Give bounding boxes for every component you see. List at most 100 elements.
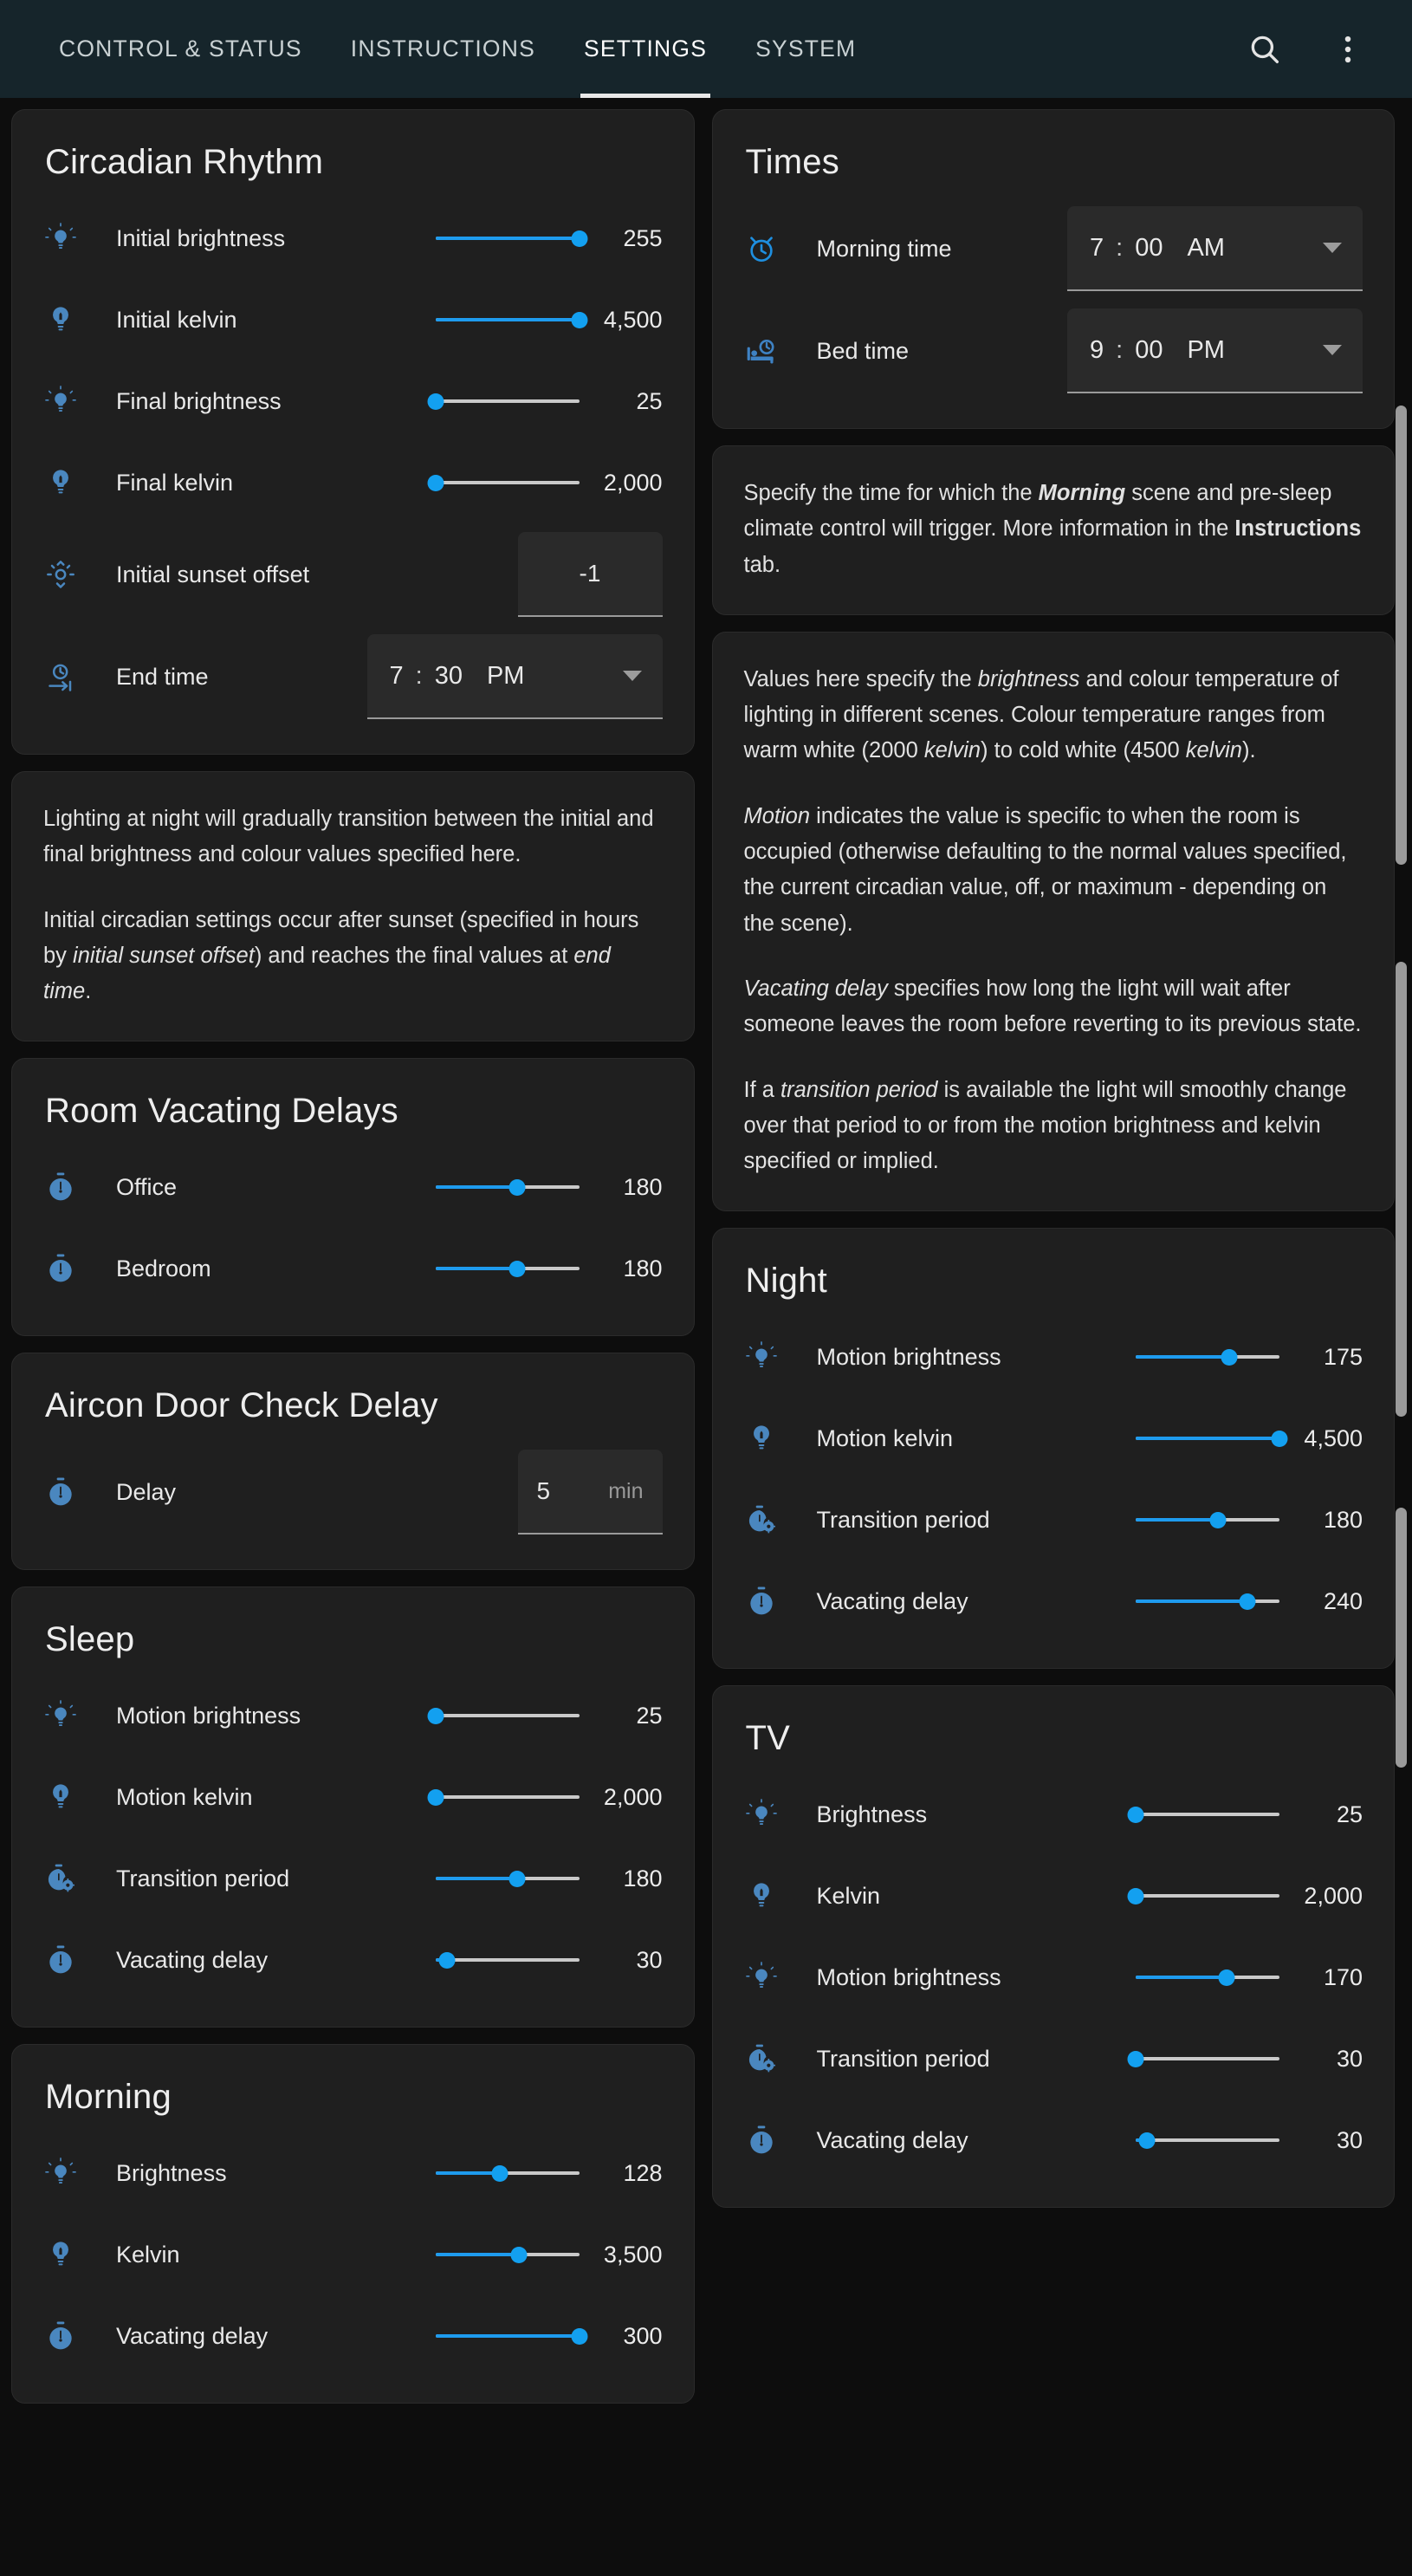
slider-tv-vacating-delay[interactable]: [1136, 2128, 1279, 2152]
slider-track: [435, 481, 580, 484]
setting-label: Kelvin: [116, 2241, 180, 2268]
slider-thumb[interactable]: [571, 230, 587, 247]
hour-value[interactable]: 9: [1090, 336, 1104, 365]
slider-fill: [1136, 1355, 1229, 1359]
more-vert-icon[interactable]: [1324, 25, 1372, 74]
aircon-delay-input[interactable]: 5 min: [517, 1450, 663, 1535]
slider-final-brightness[interactable]: [427, 389, 580, 413]
ampm-value[interactable]: PM: [487, 662, 525, 691]
slider-thumb[interactable]: [571, 2327, 587, 2345]
slider-thumb[interactable]: [1209, 1511, 1227, 1528]
slider-morning-vacating-delay[interactable]: [435, 2324, 587, 2348]
bed-time-picker[interactable]: 9 : 00 PM: [1067, 308, 1363, 393]
slider-thumb[interactable]: [1138, 2132, 1156, 2149]
slider-thumb[interactable]: [571, 311, 587, 328]
tab-settings[interactable]: SETTINGS: [560, 0, 731, 98]
slider-morning-kelvin[interactable]: [435, 2242, 580, 2267]
chevron-down-icon[interactable]: [622, 671, 642, 681]
setting-label: Brightness: [816, 1801, 928, 1827]
slider-thumb[interactable]: [1218, 1969, 1235, 1986]
slider-night-transition-period[interactable]: [1136, 1508, 1279, 1532]
note-strong: Instructions: [1234, 516, 1362, 542]
minute-value[interactable]: 00: [1135, 234, 1163, 263]
slider-office[interactable]: [435, 1175, 580, 1199]
tab-system[interactable]: SYSTEM: [731, 0, 880, 98]
field-value: 5: [536, 1477, 551, 1505]
slider-morning-brightness[interactable]: [435, 2161, 580, 2185]
end-time-picker[interactable]: 7 : 30 PM: [366, 634, 663, 719]
slider-tv-motion-brightness[interactable]: [1136, 1965, 1279, 1989]
note-emphasis: initial sunset offset: [73, 943, 255, 968]
tab-instructions[interactable]: INSTRUCTIONS: [327, 0, 560, 98]
kelvin-bulb-icon: [43, 302, 116, 337]
tab-control-status[interactable]: CONTROL & STATUS: [35, 0, 327, 98]
slider-thumb[interactable]: [438, 1951, 456, 1969]
slider-thumb[interactable]: [508, 1178, 526, 1196]
setting-label: Final kelvin: [116, 469, 234, 496]
sleep-card: Sleep Motion brightness 25 Motion kelvin…: [11, 1586, 695, 2028]
search-icon[interactable]: [1240, 25, 1289, 74]
setting-value: 240: [1323, 1587, 1363, 1614]
slider-thumb[interactable]: [508, 1260, 526, 1277]
stopwatch-icon: [43, 1943, 116, 1977]
card-title: Night: [745, 1262, 827, 1301]
setting-label: Transition period: [116, 1865, 290, 1891]
slider-thumb[interactable]: [427, 393, 444, 410]
minute-value[interactable]: 30: [435, 662, 463, 691]
circadian-rhythm-card: Circadian Rhythm Initial brightness 255: [11, 109, 695, 755]
setting-label: Delay: [116, 1478, 177, 1505]
chevron-down-icon[interactable]: [1323, 243, 1342, 253]
slider-tv-kelvin[interactable]: [1127, 1884, 1279, 1908]
slider-tv-brightness[interactable]: [1127, 1802, 1279, 1827]
stopwatch-icon: [43, 1251, 116, 1286]
slider-final-kelvin[interactable]: [427, 470, 580, 495]
card-title: Morning: [45, 2078, 172, 2117]
transition-period-icon: [744, 2041, 817, 2076]
morning-time-picker[interactable]: 7 : 00 AM: [1067, 206, 1363, 291]
slider-thumb[interactable]: [1221, 1348, 1238, 1366]
ampm-value[interactable]: AM: [1187, 234, 1225, 263]
slider-thumb[interactable]: [427, 1788, 444, 1806]
setting-row-tv-brightness: Brightness 25: [744, 1774, 1363, 1855]
slider-thumb[interactable]: [427, 1707, 444, 1724]
morning-card: Morning Brightness 128 Kelvin 3,500 Vaca…: [11, 2044, 695, 2404]
slider-thumb[interactable]: [508, 1870, 526, 1887]
slider-track: [1136, 1894, 1279, 1898]
slider-tv-transition-period[interactable]: [1127, 2047, 1279, 2071]
scrollbar-thumb-lower[interactable]: [1396, 1508, 1407, 1768]
slider-track: [1136, 2057, 1279, 2061]
slider-sleep-motion-kelvin[interactable]: [427, 1785, 580, 1809]
initial-sunset-offset-input[interactable]: -1: [517, 532, 663, 617]
slider-sleep-vacating-delay[interactable]: [435, 1948, 580, 1972]
slider-night-motion-brightness[interactable]: [1136, 1345, 1279, 1369]
slider-thumb[interactable]: [1127, 2050, 1144, 2067]
slider-sleep-motion-brightness[interactable]: [427, 1703, 580, 1728]
hour-value[interactable]: 7: [390, 662, 404, 691]
field-unit: min: [608, 1478, 644, 1503]
setting-row-office: Office 180: [43, 1146, 663, 1228]
tab-label: CONTROL & STATUS: [59, 36, 302, 62]
slider-night-vacating-delay[interactable]: [1136, 1589, 1279, 1613]
ampm-value[interactable]: PM: [1187, 336, 1225, 365]
slider-night-motion-kelvin[interactable]: [1136, 1426, 1288, 1450]
slider-thumb[interactable]: [1271, 1430, 1288, 1447]
slider-thumb[interactable]: [491, 2164, 508, 2182]
setting-label: Final brightness: [116, 387, 282, 414]
slider-initial-brightness[interactable]: [435, 226, 587, 250]
slider-sleep-transition-period[interactable]: [435, 1866, 580, 1891]
slider-thumb[interactable]: [1239, 1593, 1256, 1610]
slider-thumb[interactable]: [510, 2246, 528, 2263]
slider-initial-kelvin[interactable]: [435, 308, 587, 332]
hour-value[interactable]: 7: [1090, 234, 1104, 263]
minute-value[interactable]: 00: [1135, 336, 1163, 365]
scrollbar-thumb-middle[interactable]: [1396, 962, 1407, 1417]
scrollbar-thumb-upper[interactable]: [1396, 406, 1407, 865]
note-text: indicates the value is specific to when …: [743, 803, 1347, 936]
slider-thumb[interactable]: [1127, 1887, 1144, 1904]
slider-thumb[interactable]: [427, 474, 444, 491]
slider-thumb[interactable]: [1127, 1806, 1144, 1823]
slider-bedroom[interactable]: [435, 1256, 580, 1281]
setting-row-morning-brightness: Brightness 128: [43, 2132, 663, 2214]
chevron-down-icon[interactable]: [1323, 345, 1342, 355]
note-text: Values here specify the: [743, 666, 978, 691]
